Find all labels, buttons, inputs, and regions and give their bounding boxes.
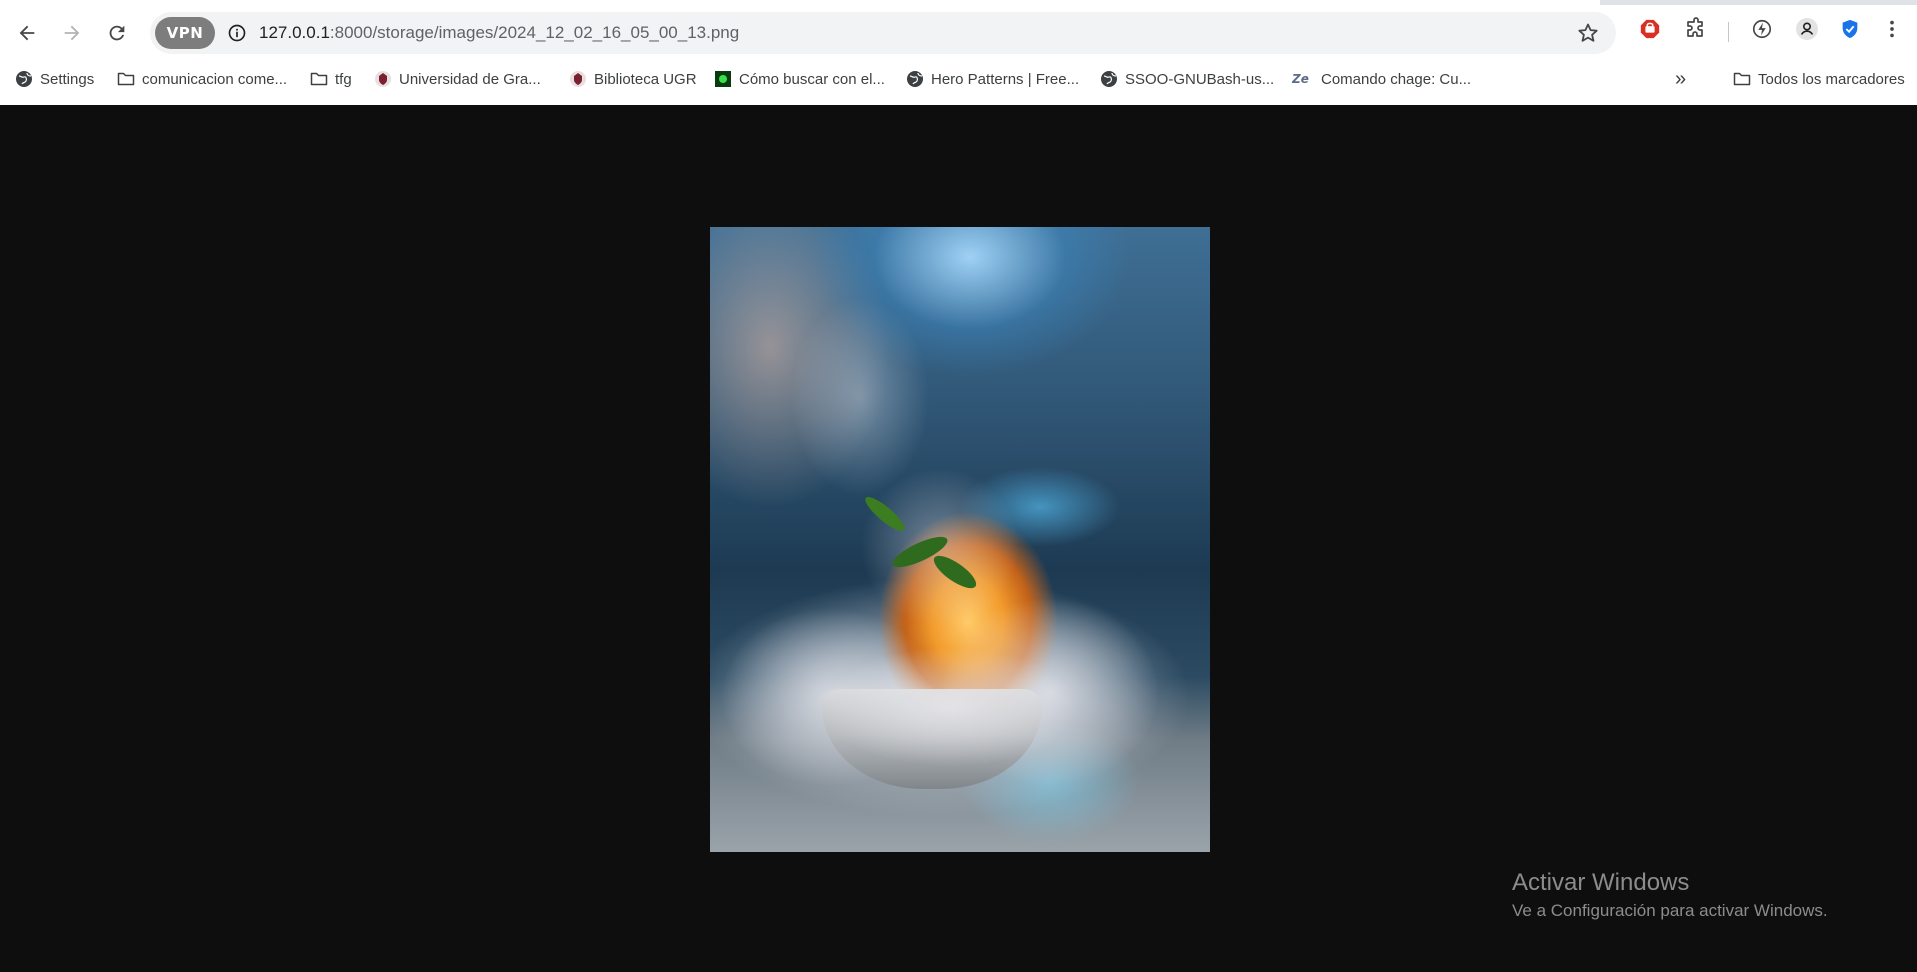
folder-icon	[1733, 70, 1751, 88]
bookmark-label: Universidad de Gra...	[399, 70, 541, 88]
bookmark-label: Todos los marcadores	[1758, 70, 1905, 88]
url-text[interactable]: 127.0.0.1:8000/storage/images/2024_12_02…	[259, 23, 739, 43]
bookmark-comando-chage[interactable]: Ze Comando chage: Cu...	[1292, 64, 1471, 94]
performance-icon[interactable]	[1745, 12, 1779, 46]
chevron-double-right-icon: »	[1675, 67, 1687, 90]
crest-icon	[569, 70, 587, 88]
tab-strip	[0, 0, 1917, 5]
ze-icon: Ze	[1292, 70, 1314, 88]
globe-icon	[1100, 70, 1118, 88]
bookmark-label: comunicacion come...	[142, 70, 288, 88]
folder-icon	[117, 70, 135, 88]
bookmark-comunicacion[interactable]: comunicacion come...	[117, 64, 287, 94]
site-info-icon[interactable]	[225, 21, 249, 45]
toolbar-separator	[1728, 22, 1729, 42]
bookmark-label: Hero Patterns | Free...	[931, 70, 1080, 88]
displayed-image[interactable]	[710, 227, 1210, 852]
reload-icon	[109, 25, 125, 41]
bookmark-label: tfg	[335, 70, 352, 88]
bookmark-universidad[interactable]: Universidad de Gra...	[374, 64, 541, 94]
svg-text:Ze: Ze	[1292, 72, 1309, 86]
globe-icon	[15, 70, 33, 88]
bookmarks-bar: Settings comunicacion come... tfg Univer…	[0, 64, 1917, 94]
green-square-icon	[714, 70, 732, 88]
smoke-cloud	[820, 647, 1080, 767]
toolbar: VPN 127.0.0.1:8000/storage/images/2024_1…	[0, 8, 1917, 58]
back-button[interactable]	[7, 13, 47, 53]
bookmark-ssoo[interactable]: SSOO-GNUBash-us...	[1100, 64, 1274, 94]
puzzle-extensions-icon[interactable]	[1679, 12, 1713, 46]
globe-icon	[906, 70, 924, 88]
bookmark-star-icon[interactable]	[1576, 21, 1600, 45]
bookmark-tfg[interactable]: tfg	[310, 64, 352, 94]
kebab-menu-icon[interactable]	[1875, 12, 1909, 46]
adblock-extension-icon[interactable]	[1633, 12, 1667, 46]
bookmark-como-buscar[interactable]: Cómo buscar con el...	[714, 64, 885, 94]
watermark-subtitle: Ve a Configuración para activar Windows.	[1512, 901, 1828, 920]
browser-chrome: VPN 127.0.0.1:8000/storage/images/2024_1…	[0, 0, 1917, 105]
bookmark-biblioteca[interactable]: Biblioteca UGR	[569, 64, 697, 94]
bookmark-label: Biblioteca UGR	[594, 70, 697, 88]
bookmark-label: Comando chage: Cu...	[1321, 70, 1472, 88]
smoke-plume	[790, 297, 930, 497]
crest-icon	[374, 70, 392, 88]
vpn-chip[interactable]: VPN	[155, 17, 215, 49]
active-tab[interactable]	[0, 0, 1600, 5]
reload-button[interactable]	[97, 13, 137, 53]
profile-avatar-icon[interactable]	[1790, 12, 1824, 46]
folder-icon	[310, 70, 328, 88]
bookmark-label: Cómo buscar con el...	[739, 70, 885, 88]
all-bookmarks-button[interactable]: Todos los marcadores	[1733, 64, 1905, 94]
bookmark-hero-patterns[interactable]: Hero Patterns | Free...	[906, 64, 1079, 94]
url-path: :8000/storage/images/2024_12_02_16_05_00…	[329, 23, 740, 42]
address-bar[interactable]: VPN 127.0.0.1:8000/storage/images/2024_1…	[150, 12, 1616, 54]
bookmark-label: SSOO-GNUBash-us...	[1125, 70, 1275, 88]
forward-button[interactable]	[52, 13, 92, 53]
windows-activation-watermark: Activar Windows Ve a Configuración para …	[1512, 869, 1828, 921]
shield-extension-icon[interactable]	[1833, 12, 1867, 46]
url-host: 127.0.0.1	[259, 23, 330, 42]
bookmark-label: Settings	[40, 70, 95, 88]
watermark-title: Activar Windows	[1512, 869, 1690, 896]
bookmarks-overflow-button[interactable]: »	[1675, 64, 1686, 94]
bookmark-settings[interactable]: Settings	[15, 64, 94, 94]
arrow-left-icon	[19, 25, 35, 41]
arrow-right-icon	[64, 25, 80, 41]
